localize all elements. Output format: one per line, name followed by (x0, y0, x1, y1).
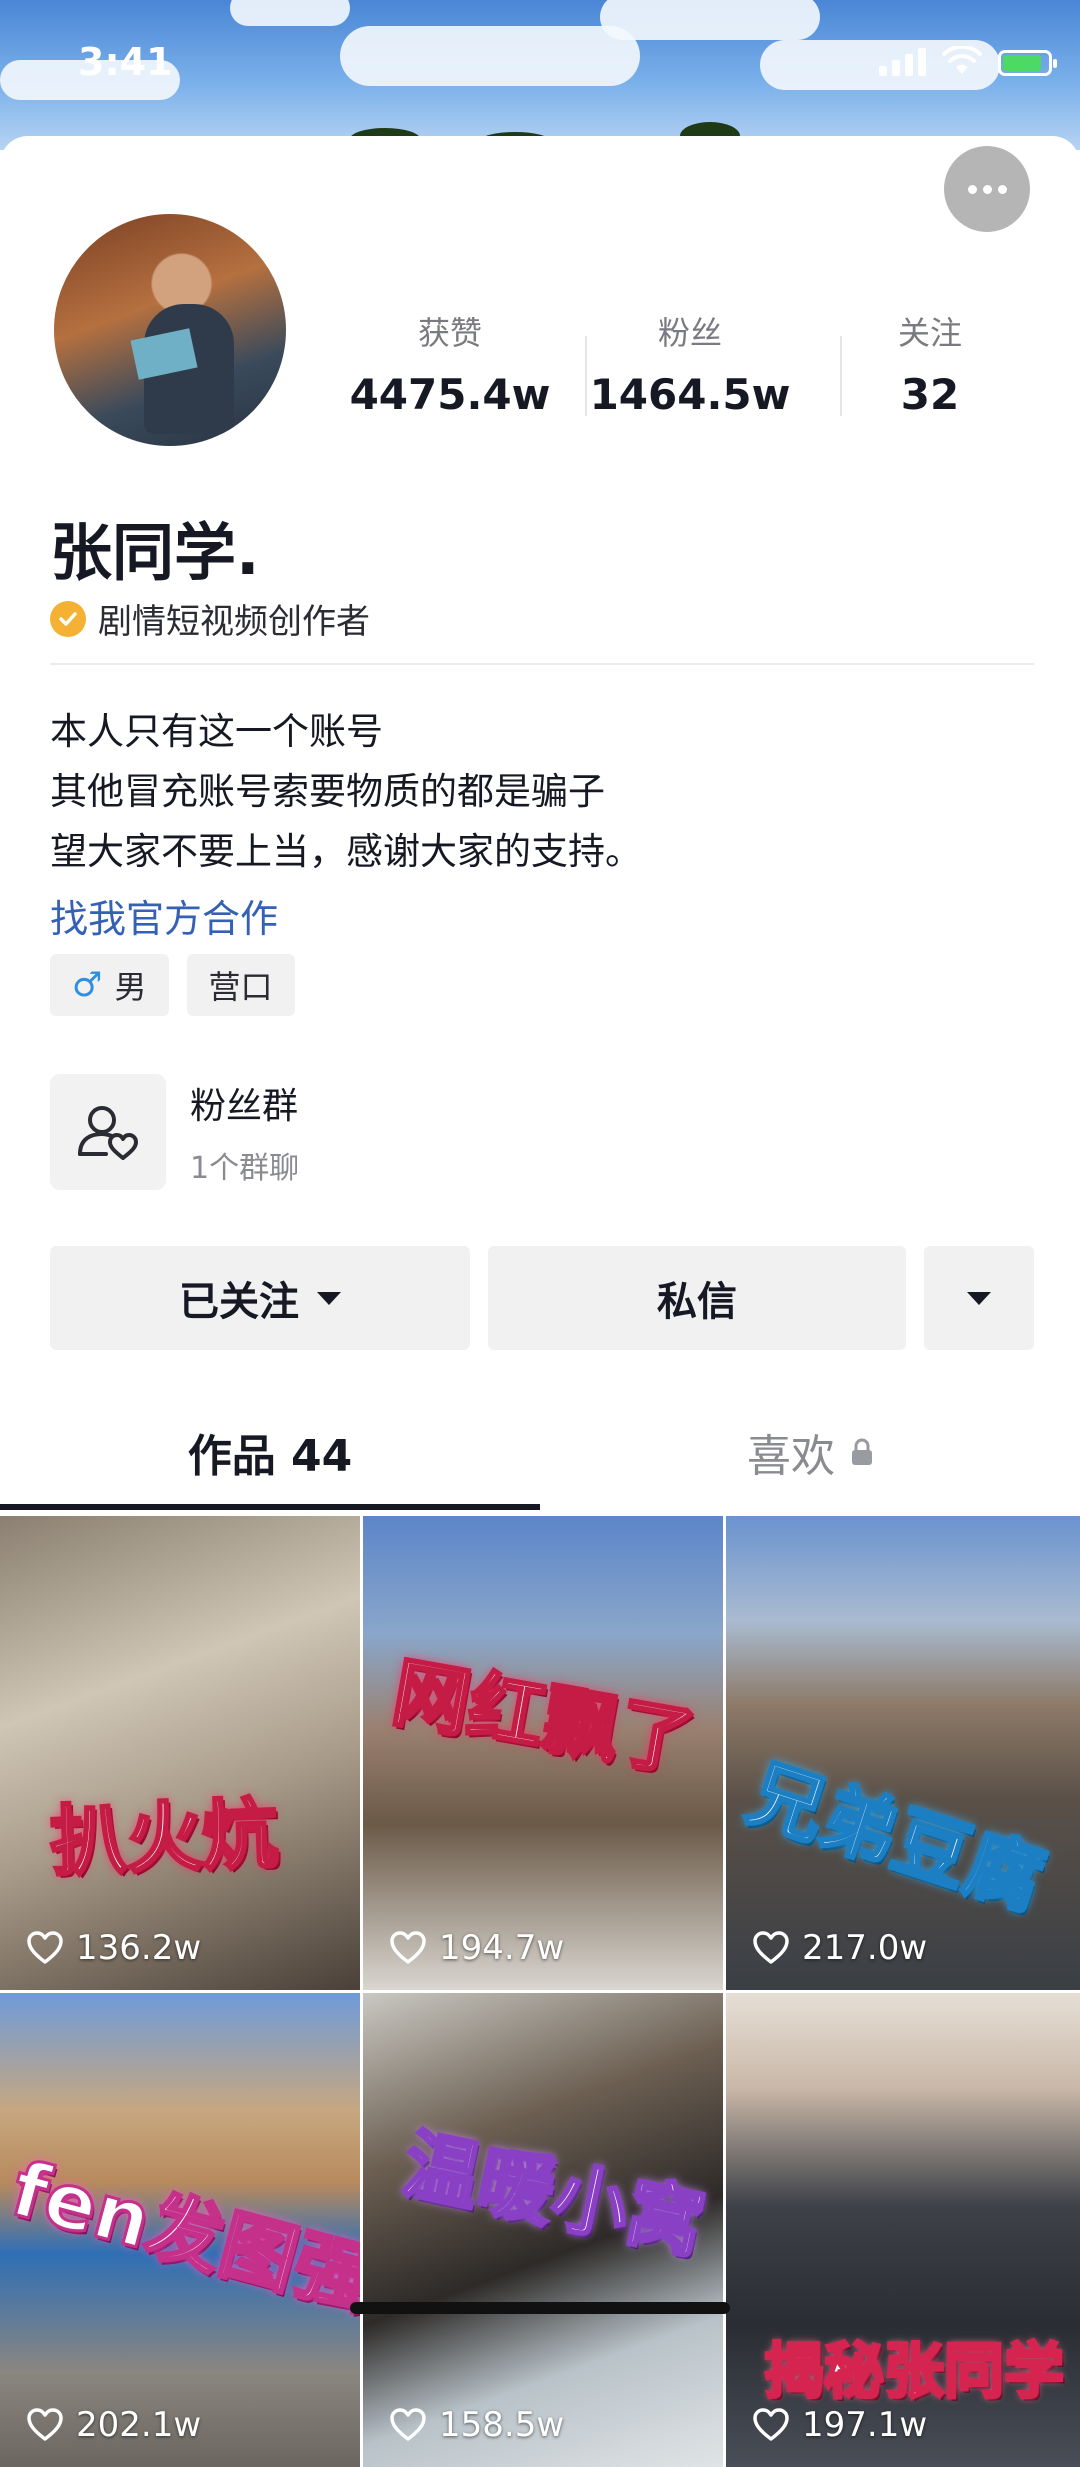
bio-line: 其他冒充账号索要物质的都是骗子 (50, 770, 605, 813)
tab-likes[interactable]: 喜欢 (540, 1392, 1080, 1512)
video-title: 温暖小窝 (394, 2118, 713, 2271)
heart-icon (390, 2408, 426, 2441)
heart-icon (753, 2408, 789, 2441)
tag-label: 男 (114, 968, 147, 1006)
stat-following[interactable]: 关注 32 (810, 308, 1050, 419)
video-title: 扒火炕 (47, 1788, 281, 1888)
more-options-button[interactable] (944, 146, 1030, 232)
avatar[interactable] (48, 208, 292, 452)
divider (50, 663, 1034, 665)
profile-card: 获赞 4475.4w 粉丝 1464.5w 关注 32 张同学. 剧情短视频创作… (0, 136, 1080, 2467)
active-tab-indicator (0, 1504, 540, 1510)
heart-icon (27, 1931, 63, 1964)
video-grid: 扒火炕 136.2w 网红飘了 194.7w 兄弟豆腐 217.0w fen发图… (0, 1516, 1080, 2467)
followed-button-label: 已关注 (179, 1279, 299, 1325)
video-title: 揭秘张同学 (763, 2336, 1066, 2409)
dot-icon (982, 184, 992, 194)
profile-name: 张同学. (50, 516, 260, 589)
video-likes-count: 202.1w (76, 2405, 202, 2445)
stat-followers[interactable]: 粉丝 1464.5w (570, 308, 810, 419)
official-cooperation-link[interactable]: 找我官方合作 (50, 888, 278, 943)
heart-icon (27, 2408, 63, 2441)
bio-line: 本人只有这一个账号 (50, 710, 383, 753)
status-icons (879, 46, 1057, 76)
bio-line: 望大家不要上当，感谢大家的支持。 (50, 830, 642, 873)
video-likes-count: 197.1w (802, 2405, 928, 2445)
video-thumbnail[interactable]: fen发图强 202.1w (0, 1993, 360, 2467)
tab-works[interactable]: 作品 44 (0, 1392, 540, 1512)
video-thumbnail[interactable]: 兄弟豆腐 217.0w (726, 1516, 1080, 1990)
followed-button[interactable]: 已关注 (50, 1246, 470, 1350)
profile-bio: 本人只有这一个账号 其他冒充账号索要物质的都是骗子 望大家不要上当，感谢大家的支… (50, 702, 642, 882)
gender-tag: ♂ 男 (50, 954, 169, 1016)
dot-icon (967, 184, 977, 194)
message-button[interactable]: 私信 (488, 1246, 906, 1350)
lock-icon (852, 1438, 872, 1465)
video-likes: 202.1w (26, 2405, 201, 2445)
dot-icon (997, 184, 1007, 194)
verification-badge: 剧情短视频创作者 (50, 594, 370, 643)
caret-down-icon (967, 1291, 991, 1305)
location-tag: 营口 (186, 954, 295, 1016)
video-likes: 158.5w (389, 2405, 564, 2445)
video-likes: 136.2w (26, 1928, 201, 1968)
video-thumbnail[interactable]: 揭秘张同学 197.1w (726, 1993, 1080, 2467)
stat-likes[interactable]: 获赞 4475.4w (330, 308, 570, 419)
heart-icon (390, 1931, 426, 1964)
caret-down-icon (317, 1291, 341, 1305)
stat-label: 关注 (897, 314, 962, 352)
verification-label: 剧情短视频创作者 (98, 602, 370, 642)
signal-icon (879, 48, 926, 76)
back-button[interactable] (60, 170, 120, 230)
video-likes: 194.7w (389, 1928, 564, 1968)
status-time: 3:41 (78, 40, 173, 84)
video-likes-count: 136.2w (76, 1928, 202, 1968)
stat-value: 32 (900, 370, 960, 419)
male-icon: ♂ (72, 965, 103, 1005)
chevron-left-icon (78, 178, 102, 222)
verified-check-icon (50, 600, 86, 637)
profile-tags: ♂ 男 营口 (50, 954, 295, 1016)
fans-group-title: 粉丝群 (190, 1086, 299, 1127)
content-tabs: 作品 44 喜欢 (0, 1392, 1080, 1512)
profile-actions: 已关注 私信 (50, 1246, 1034, 1350)
video-likes-count: 158.5w (439, 2405, 565, 2445)
stat-value: 4475.4w (349, 370, 551, 419)
tab-likes-label: 喜欢 (747, 1431, 835, 1482)
stat-label: 粉丝 (657, 314, 722, 352)
more-actions-dropdown[interactable] (924, 1246, 1034, 1350)
stat-label: 获赞 (417, 314, 482, 352)
fans-group-subtitle: 1个群聊 (190, 1151, 300, 1186)
video-title: 兄弟豆腐 (736, 1746, 1056, 1928)
video-thumbnail[interactable]: 扒火炕 136.2w (0, 1516, 360, 1990)
tag-label: 营口 (208, 968, 273, 1006)
video-likes: 197.1w (752, 2405, 927, 2445)
home-indicator (350, 2302, 730, 2314)
video-thumbnail[interactable]: 网红飘了 194.7w (363, 1516, 723, 1990)
profile-stats: 获赞 4475.4w 粉丝 1464.5w 关注 32 (330, 308, 1050, 419)
message-button-label: 私信 (657, 1279, 737, 1325)
fans-group-entry[interactable]: 粉丝群 1个群聊 (50, 1074, 299, 1190)
video-thumbnail[interactable]: 温暖小窝 158.5w (363, 1993, 723, 2467)
wifi-icon (942, 46, 982, 74)
video-likes-count: 194.7w (439, 1928, 565, 1968)
fans-group-icon (50, 1074, 166, 1190)
video-likes-count: 217.0w (802, 1928, 928, 1968)
battery-icon (998, 50, 1057, 76)
video-title: 网红飘了 (385, 1646, 703, 1789)
heart-icon (753, 1931, 789, 1964)
video-likes: 217.0w (752, 1928, 927, 1968)
video-title: fen发图强 (2, 2142, 360, 2326)
stat-value: 1464.5w (589, 370, 791, 419)
